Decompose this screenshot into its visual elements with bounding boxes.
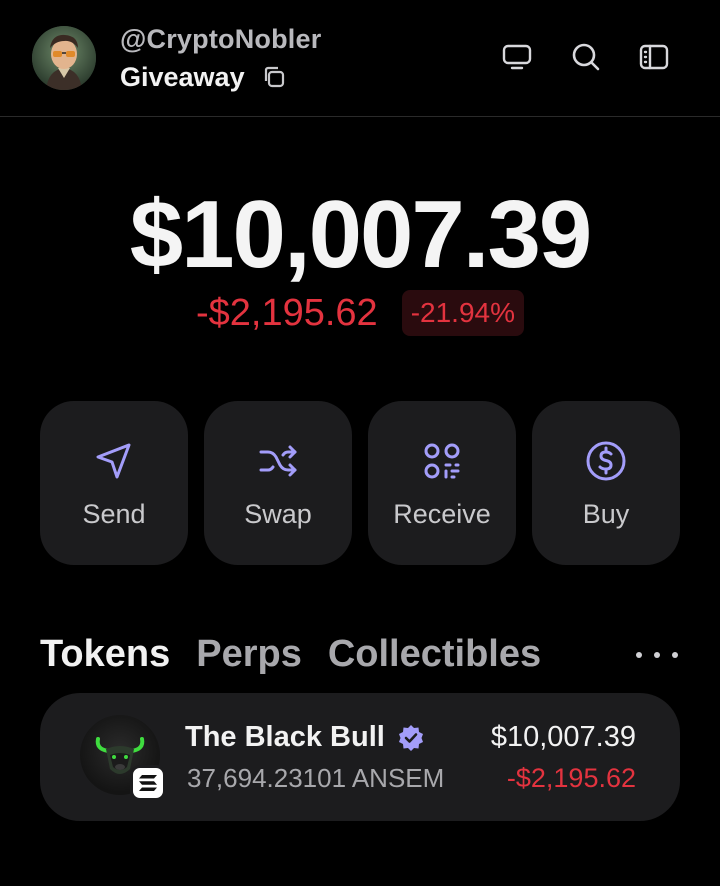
token-name: The Black Bull <box>185 721 385 753</box>
monitor-icon[interactable] <box>500 40 534 74</box>
swap-icon <box>256 439 300 483</box>
more-options-icon[interactable] <box>636 650 678 660</box>
account-selector[interactable]: Giveaway <box>120 60 287 94</box>
solana-chain-icon <box>130 765 166 801</box>
change-percent-badge: -21.94% <box>401 290 524 336</box>
receive-button[interactable]: Receive <box>368 401 516 565</box>
token-value: $10,007.39 <box>490 721 636 753</box>
swap-button[interactable]: Swap <box>204 401 352 565</box>
tab-collectibles[interactable]: Collectibles <box>328 633 541 676</box>
asset-tabs: Tokens Perps Collectibles <box>40 628 680 680</box>
action-buttons: Send Swap Receive Buy <box>40 401 680 565</box>
change-amount: -$2,195.62 <box>195 291 378 334</box>
send-label: Send <box>82 499 146 529</box>
header: @CryptoNobler Giveaway <box>0 0 720 117</box>
total-balance: $10,007.39 <box>129 181 592 288</box>
account-handle: @CryptoNobler <box>120 24 322 54</box>
tab-perps[interactable]: Perps <box>196 633 302 676</box>
token-list-item[interactable]: The Black Bull 37,694.23101 ANSEM $10,00… <box>40 693 680 821</box>
token-amount: 37,694.23101 ANSEM <box>187 763 445 793</box>
send-button[interactable]: Send <box>40 401 188 565</box>
send-icon <box>92 439 136 483</box>
avatar[interactable] <box>32 26 96 90</box>
sidebar-icon[interactable] <box>637 40 671 74</box>
buy-button[interactable]: Buy <box>532 401 680 565</box>
receive-label: Receive <box>393 499 491 529</box>
copy-icon[interactable] <box>261 64 287 90</box>
account-name: Giveaway <box>120 61 245 92</box>
tab-tokens[interactable]: Tokens <box>40 633 170 676</box>
balance-change: -$2,195.62 -21.94% <box>0 290 720 336</box>
verified-badge-icon <box>397 724 425 752</box>
token-change: -$2,195.62 <box>506 763 636 793</box>
search-icon[interactable] <box>569 40 603 74</box>
swap-label: Swap <box>244 499 312 529</box>
qr-icon <box>420 439 464 483</box>
dollar-circle-icon <box>584 439 628 483</box>
buy-label: Buy <box>582 499 630 529</box>
